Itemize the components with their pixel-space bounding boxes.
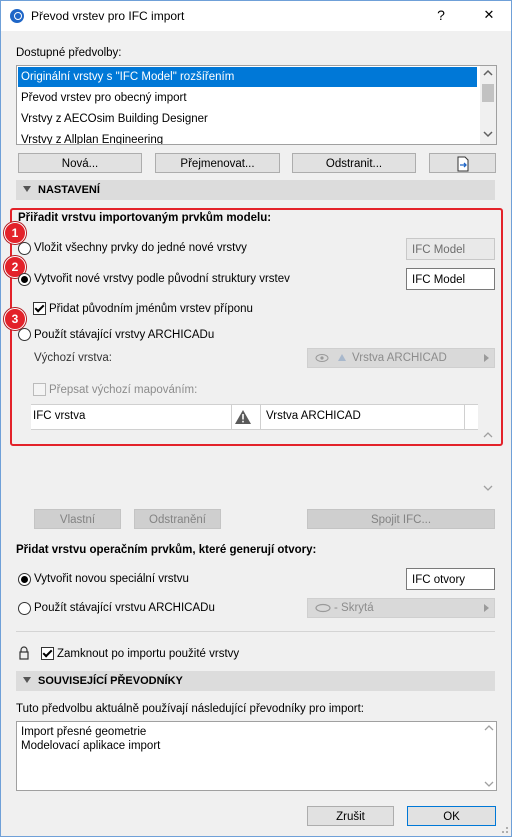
dialog-window: Převod vrstev pro IFC import ? ✕ Dostupn…	[0, 0, 512, 837]
scrollbar-arrows-icon	[483, 432, 493, 491]
collapse-arrow-icon	[23, 677, 31, 683]
default-layer-select[interactable]: Vrstva ARCHICAD	[307, 348, 495, 368]
remove-mapping-button[interactable]: Odstranění	[134, 509, 221, 529]
export-preset-button[interactable]	[429, 153, 496, 173]
presets-list[interactable]: Originální vrstvy s "IFC Model" rozšířen…	[16, 65, 497, 145]
assign-layer-label: Přiřadit vrstvu importovaným prvkům mode…	[18, 212, 272, 224]
visibility-lock-icon	[315, 354, 346, 362]
scrollbar-arrows-icon	[482, 69, 494, 138]
add-suffix-label: Přidat původním jménům vrstev příponu	[49, 303, 253, 315]
close-button[interactable]: ✕	[479, 7, 499, 23]
existing-archicad-layer-radio[interactable]	[18, 602, 31, 615]
ok-button[interactable]: OK	[407, 806, 496, 826]
mapping-scrollbar[interactable]	[481, 226, 495, 498]
presets-label: Dostupné předvolby:	[16, 47, 122, 59]
lock-layers-label: Zamknout po importu použité vrstvy	[57, 648, 240, 660]
opening-elements-label: Přidat vrstvu operačním prvkům, které ge…	[16, 544, 317, 556]
scrollbar-arrows-icon	[484, 725, 494, 787]
default-layer-label: Výchozí vrstva:	[34, 352, 112, 364]
single-layer-label: Vložit všechny prvky do jedné nové vrstv…	[34, 242, 247, 254]
separator	[16, 631, 495, 632]
existing-layers-label: Použít stávající vrstvy ARCHICADu	[34, 329, 215, 341]
preset-item[interactable]: Vrstvy z AECOsim Building Designer	[18, 109, 477, 129]
callout-badge-1: 1	[4, 222, 26, 244]
lock-layers-checkbox[interactable]	[41, 647, 54, 660]
table-header-archicad-layer: Vrstva ARCHICAD	[266, 410, 361, 422]
special-layer-name-field[interactable]: IFC otvory	[406, 568, 495, 590]
preset-item[interactable]: Originální vrstvy s "IFC Model" rozšířen…	[18, 67, 477, 87]
dropdown-arrow-icon	[484, 604, 489, 612]
mapping-table: IFC vrstva Vrstva ARCHICAD	[31, 404, 478, 430]
table-header-ifc-layer: IFC vrstva	[33, 410, 86, 422]
original-structure-radio[interactable]	[18, 273, 31, 286]
resize-grip-icon[interactable]	[499, 824, 509, 834]
existing-layers-radio[interactable]	[18, 328, 31, 341]
new-preset-button[interactable]: Nová...	[18, 153, 142, 173]
translators-info-text: Tuto předvolbu aktuálně používají násled…	[16, 703, 364, 715]
translator-item: Import přesné geometrie	[21, 726, 147, 738]
help-button[interactable]: ?	[431, 7, 451, 23]
existing-archicad-layer-label: Použít stávající vrstvu ARCHICADu	[34, 602, 215, 614]
single-layer-radio[interactable]	[18, 242, 31, 255]
opening-layer-select[interactable]: - Skrytá	[307, 598, 495, 618]
default-layer-value: Vrstva ARCHICAD	[352, 352, 447, 364]
archicad-app-icon	[10, 9, 24, 23]
translators-list: Import přesné geometrie Modelovací aplik…	[16, 721, 497, 791]
delete-preset-button[interactable]: Odstranit...	[292, 153, 416, 173]
collapse-arrow-icon	[23, 186, 31, 192]
export-file-icon	[457, 156, 468, 172]
settings-header-label: NASTAVENÍ	[38, 184, 100, 196]
title-bar: Převod vrstev pro IFC import ? ✕	[1, 1, 511, 31]
table-column-divider	[231, 405, 232, 429]
rename-preset-button[interactable]: Přejmenovat...	[155, 153, 280, 173]
lock-icon	[19, 646, 29, 660]
override-mapping-checkbox[interactable]	[33, 383, 46, 396]
warning-icon	[235, 410, 251, 424]
preset-item[interactable]: Převod vrstev pro obecný import	[18, 88, 477, 108]
hidden-layer-icon	[315, 603, 331, 613]
preset-item[interactable]: Vrstvy z Allplan Engineering	[18, 130, 477, 144]
table-column-divider	[464, 405, 465, 429]
opening-layer-value: - Skrytá	[334, 602, 374, 614]
settings-section-header[interactable]: NASTAVENÍ	[16, 180, 495, 200]
translators-header-label: SOUVISEJÍCÍ PŘEVODNÍKY	[38, 675, 183, 687]
callout-badge-3: 3	[4, 308, 26, 330]
window-title: Převod vrstev pro IFC import	[31, 9, 185, 23]
new-special-layer-label: Vytvořit novou speciální vrstvu	[34, 573, 189, 585]
custom-mapping-button[interactable]: Vlastní	[34, 509, 121, 529]
cancel-button[interactable]: Zrušit	[307, 806, 394, 826]
override-mapping-label: Přepsat výchozí mapováním:	[49, 384, 198, 396]
original-structure-label: Vytvořit nové vrstvy podle původní struk…	[34, 273, 290, 285]
presets-scrollbar[interactable]	[480, 66, 496, 144]
translators-section-header[interactable]: SOUVISEJÍCÍ PŘEVODNÍKY	[16, 671, 495, 691]
new-special-layer-radio[interactable]	[18, 573, 31, 586]
translator-item: Modelovací aplikace import	[21, 740, 161, 752]
connect-ifc-button[interactable]: Spojit IFC...	[307, 509, 495, 529]
table-column-divider	[260, 405, 261, 429]
add-suffix-checkbox[interactable]	[33, 302, 46, 315]
